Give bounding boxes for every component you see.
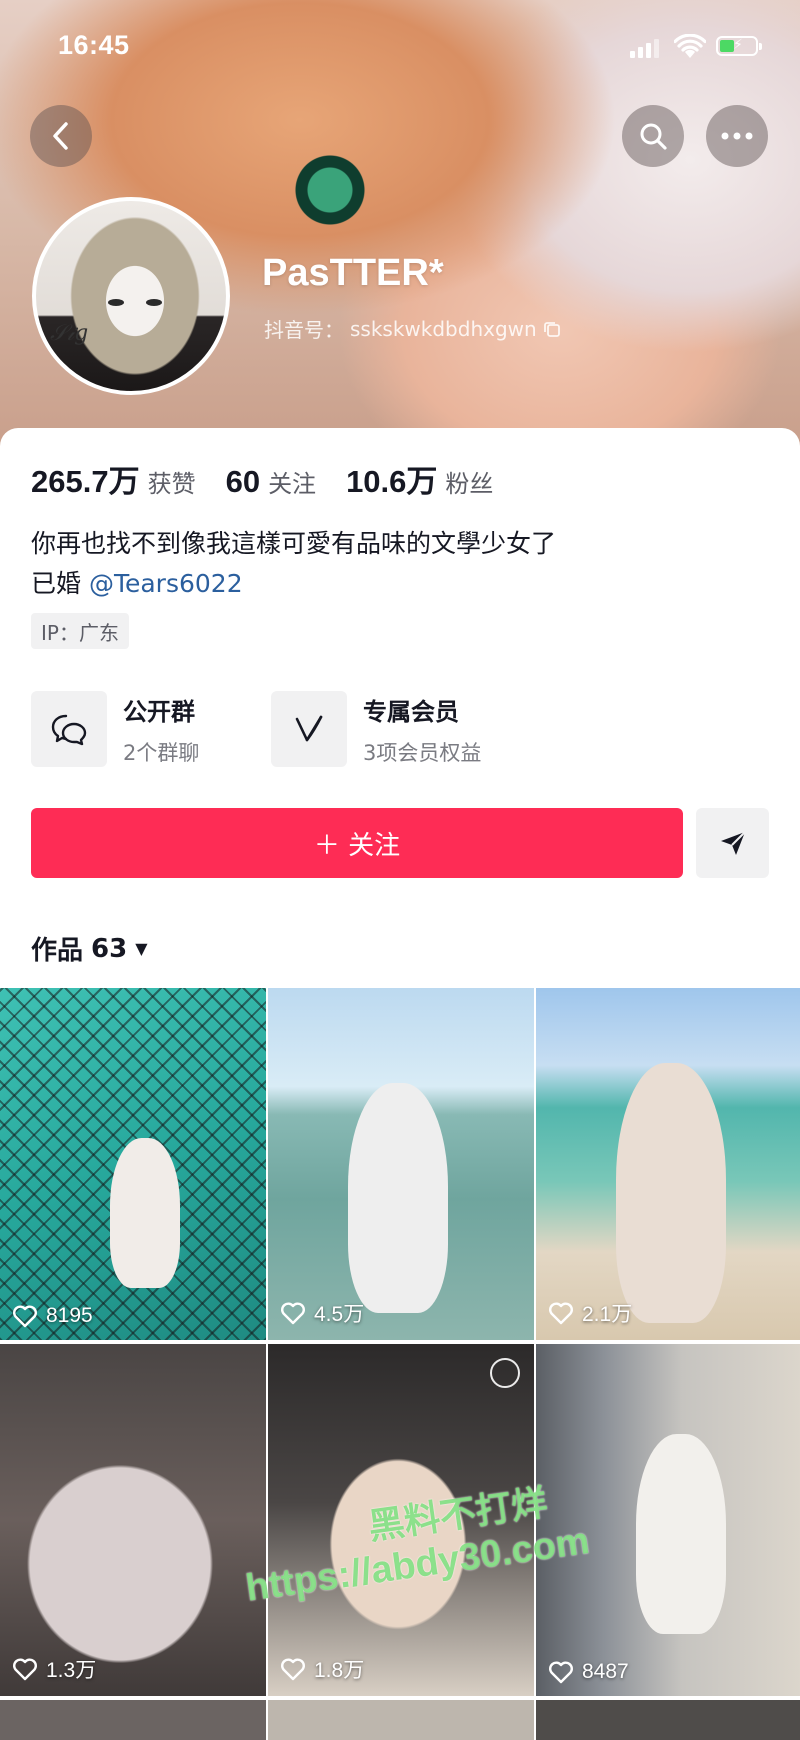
public-groups-subtitle: 2个群聊 — [123, 740, 200, 765]
ip-location-tag: IP：广东 — [31, 613, 129, 649]
video-likes: 8195 — [12, 1304, 93, 1328]
heart-icon — [549, 1302, 573, 1325]
video-tile-partial[interactable] — [536, 1700, 800, 1740]
stat-followers-value: 10.6万 — [346, 464, 438, 499]
video-tile-6[interactable]: 8487 — [536, 1344, 800, 1696]
back-button[interactable] — [30, 105, 92, 167]
bio-status: 已婚 — [31, 569, 89, 598]
stat-likes-value: 265.7万 — [31, 464, 140, 499]
video-likes-count: 1.8万 — [314, 1659, 365, 1682]
video-likes-count: 2.1万 — [582, 1303, 633, 1326]
video-likes-count: 1.3万 — [46, 1659, 97, 1682]
public-groups-title: 公开群 — [123, 697, 195, 726]
video-likes: 8487 — [548, 1660, 629, 1684]
stat-likes[interactable]: 265.7万 获赞 — [31, 456, 196, 501]
bio: 你再也找不到像我這樣可愛有品味的文學少女了 已婚 @Tears6022 — [31, 524, 556, 604]
avatar[interactable]: 𝒮𝒾𝑔 — [32, 197, 230, 395]
more-dots-icon — [721, 132, 753, 140]
wifi-icon — [674, 34, 706, 58]
cellular-signal-icon — [630, 38, 660, 58]
video-tile-4[interactable]: 1.3万 — [0, 1344, 266, 1696]
video-tile-1[interactable]: 8195 — [0, 988, 266, 1340]
video-likes-count: 8195 — [46, 1304, 93, 1327]
video-tile-5[interactable]: 1.8万 — [268, 1344, 534, 1696]
stat-following-value: 60 — [225, 464, 261, 499]
video-likes-count: 4.5万 — [314, 1303, 365, 1326]
tab-works-count: 63 — [91, 933, 128, 964]
stat-following-label: 关注 — [268, 470, 317, 498]
video-tile-2[interactable]: 4.5万 — [268, 988, 534, 1340]
video-tile-partial[interactable] — [0, 1700, 266, 1740]
profile-card: 265.7万 获赞 60 关注 10.6万 粉丝 你再也找不到像我這樣可愛有品味… — [0, 428, 800, 988]
video-tile-partial[interactable] — [268, 1700, 534, 1740]
bio-line-1: 你再也找不到像我這樣可愛有品味的文學少女了 — [31, 529, 557, 558]
search-icon — [640, 123, 667, 150]
video-likes-count: 8487 — [582, 1660, 629, 1683]
effect-icon — [490, 1358, 520, 1388]
signature-mark: 𝒮𝒾𝑔 — [50, 321, 89, 346]
stat-followers[interactable]: 10.6万 粉丝 — [346, 456, 493, 501]
exclusive-members-entry[interactable]: 专属会员 3项会员权益 — [271, 691, 481, 767]
stat-likes-label: 获赞 — [147, 470, 196, 498]
status-bar: 16:45 ⚡ — [0, 0, 800, 96]
video-likes: 4.5万 — [280, 1298, 364, 1328]
battery-icon: ⚡ — [716, 36, 762, 56]
stats-row: 265.7万 获赞 60 关注 10.6万 粉丝 — [31, 456, 493, 501]
douyin-id-value: sskskwkdbdhxgwn — [350, 316, 537, 341]
heart-icon — [281, 1302, 305, 1325]
video-tile-3[interactable]: 2.1万 — [536, 988, 800, 1340]
douyin-id-label: 抖音号： — [264, 318, 344, 342]
public-groups-entry[interactable]: 公开群 2个群聊 — [31, 691, 199, 767]
heart-icon — [13, 1658, 37, 1681]
send-arrow-icon — [720, 831, 746, 855]
more-options-button[interactable] — [706, 105, 768, 167]
stat-followers-label: 粉丝 — [445, 470, 494, 498]
copy-icon[interactable] — [543, 320, 561, 338]
search-button[interactable] — [622, 105, 684, 167]
heart-icon — [13, 1305, 37, 1328]
heart-icon — [549, 1661, 573, 1684]
bio-mention-link[interactable]: @Tears6022 — [89, 569, 243, 598]
status-time: 16:45 — [58, 30, 130, 60]
bio-line-2: 已婚 @Tears6022 — [31, 564, 556, 604]
stat-following[interactable]: 60 关注 — [226, 464, 316, 500]
member-v-icon — [295, 715, 323, 742]
video-likes: 1.8万 — [280, 1654, 364, 1684]
exclusive-members-title: 专属会员 — [363, 697, 459, 726]
username: PasTTER* — [262, 252, 444, 294]
follow-button[interactable]: ＋ 关注 — [31, 808, 683, 878]
video-likes: 1.3万 — [12, 1654, 96, 1684]
chat-bubbles-icon — [51, 714, 87, 746]
heart-icon — [281, 1658, 305, 1681]
tab-works-label: 作品 — [31, 936, 84, 966]
video-likes: 2.1万 — [548, 1298, 632, 1328]
chevron-left-icon — [53, 122, 68, 150]
douyin-id-row[interactable]: 抖音号： sskskwkdbdhxgwn — [264, 314, 561, 343]
exclusive-members-subtitle: 3项会员权益 — [363, 740, 482, 765]
share-button[interactable] — [696, 808, 769, 878]
caret-down-icon: ▼ — [135, 939, 148, 958]
tab-works[interactable]: 作品 63 ▼ — [31, 930, 148, 967]
